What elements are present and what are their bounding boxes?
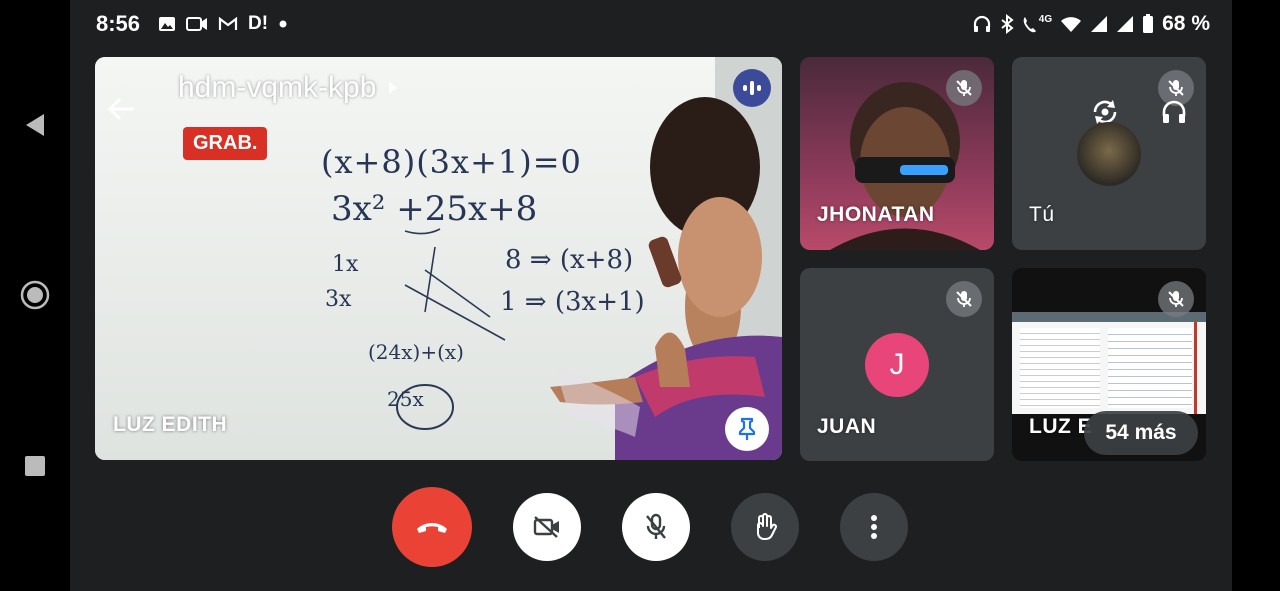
status-bar: 8:56 D! 4G 68 %: [70, 0, 1232, 48]
pin-icon: [738, 417, 756, 440]
meet-call-screen: 8:56 D! 4G 68 % (x+8)(3x+1)=0 3x² +25x+8…: [70, 0, 1232, 591]
recents-square-icon: [25, 456, 45, 476]
arrow-left-icon: [107, 98, 135, 120]
hang-up-icon: [417, 523, 447, 533]
headphones-icon: [973, 15, 990, 32]
signal-icon: [1117, 16, 1134, 32]
board-line-6: 1 ⇒ (3x+1): [500, 287, 645, 317]
participant-tile[interactable]: J JUAN: [800, 268, 994, 461]
video-scene: [396, 97, 782, 460]
system-navigation-bar: [0, 0, 70, 591]
mic-off-icon: [956, 291, 972, 307]
wifi-call-icon: 4G: [1022, 14, 1052, 33]
board-line-3: 1x: [332, 252, 359, 277]
dot-icon: [279, 20, 287, 28]
main-participant-name: LUZ EDITH: [113, 413, 228, 436]
board-line-2: 3x² +25x+8: [331, 189, 538, 229]
board-line-8: 25x: [387, 387, 424, 411]
participant-tile[interactable]: LUZ E 54 más: [1012, 268, 1206, 461]
self-tile[interactable]: Tú: [1012, 57, 1206, 250]
pin-button[interactable]: [725, 407, 769, 451]
speaking-indicator: [733, 69, 771, 107]
mic-off-indicator: [946, 281, 982, 317]
board-line-5: 8 ⇒ (x+8): [505, 245, 634, 275]
avatar-letter: J: [889, 348, 905, 381]
meeting-code-button[interactable]: hdm-vqmk-kpb: [178, 71, 398, 105]
more-options-button[interactable]: [840, 493, 908, 561]
mic-off-indicator: [1158, 281, 1194, 317]
main-video-tile[interactable]: (x+8)(3x+1)=0 3x² +25x+8 1x 3x 8 ⇒ (x+8)…: [95, 57, 782, 460]
back-nav-button[interactable]: [20, 110, 50, 140]
caret-right-icon: [389, 82, 398, 94]
mic-off-icon: [646, 513, 666, 539]
participant-name: LUZ E: [1029, 415, 1093, 438]
call-controls: [70, 487, 1232, 567]
mic-off-indicator: [946, 70, 982, 106]
home-nav-button[interactable]: [20, 280, 50, 310]
bluetooth-icon: [1001, 14, 1014, 34]
home-circle-icon: [20, 280, 50, 310]
image-icon: [159, 17, 176, 31]
battery-icon: [1143, 14, 1154, 33]
meeting-code: hdm-vqmk-kpb: [178, 71, 377, 104]
video-record-icon: [186, 17, 208, 31]
app-d-icon: D!: [248, 13, 269, 34]
clock: 8:56: [96, 11, 141, 36]
board-line-4: 3x: [325, 287, 352, 312]
gmail-icon: [218, 16, 238, 30]
avatar: [1077, 122, 1141, 186]
recording-badge: GRAB.: [183, 127, 268, 160]
more-vertical-icon: [871, 515, 877, 539]
board-line-1: (x+8)(3x+1)=0: [321, 143, 582, 181]
camera-off-icon: [533, 516, 559, 538]
board-line-7: (24x)+(x): [368, 340, 464, 364]
hand-icon: [757, 513, 777, 540]
shared-screen-preview: [1012, 312, 1206, 414]
camera-toggle-button[interactable]: [513, 493, 581, 561]
headphones-icon: [1162, 100, 1186, 123]
more-participants-button[interactable]: 54 más: [1084, 411, 1198, 455]
signal-icon: [1091, 16, 1108, 32]
back-triangle-icon: [26, 114, 44, 136]
end-call-button[interactable]: [392, 487, 472, 567]
avatar: J: [865, 333, 929, 397]
mic-off-icon: [956, 80, 972, 96]
participant-name: JUAN: [817, 415, 877, 438]
back-button[interactable]: [105, 93, 137, 125]
battery-percent: 68 %: [1162, 12, 1210, 35]
wifi-icon: [1061, 17, 1082, 32]
mic-off-icon: [1168, 291, 1184, 307]
screen-edge: [1232, 0, 1280, 591]
participant-name: Tú: [1029, 203, 1055, 226]
participant-name: JHONATAN: [817, 203, 935, 226]
participant-tile[interactable]: JHONATAN: [800, 57, 994, 250]
raise-hand-button[interactable]: [731, 493, 799, 561]
mic-toggle-button[interactable]: [622, 493, 690, 561]
recents-nav-button[interactable]: [20, 451, 50, 481]
audio-output-button[interactable]: [1157, 95, 1191, 129]
audio-level-icon: [743, 81, 761, 95]
